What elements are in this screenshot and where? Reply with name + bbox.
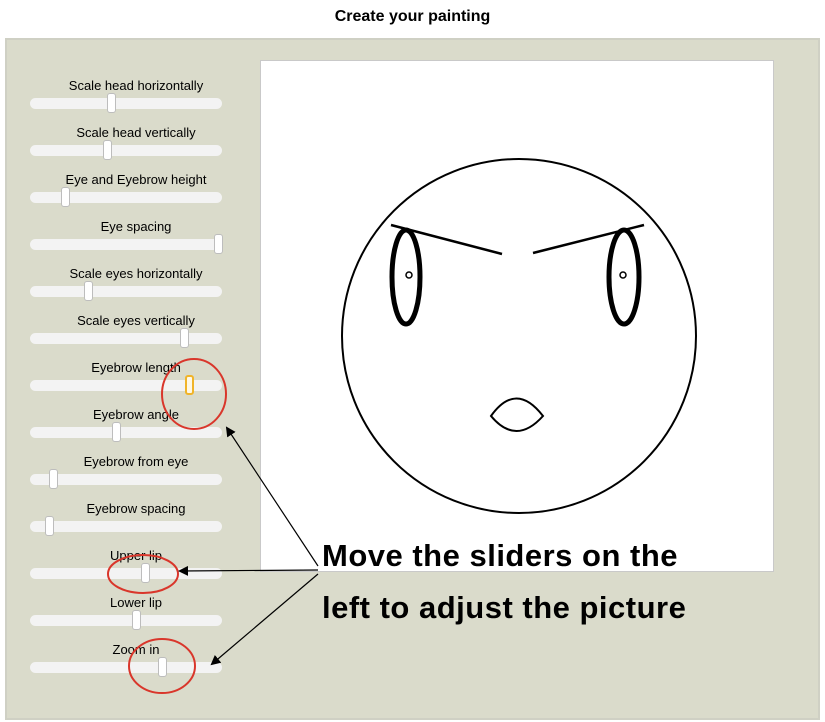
arrow-to-zoom xyxy=(210,573,319,666)
highlight-circle-zoom xyxy=(128,638,196,694)
highlight-circle-upper-lip xyxy=(107,554,179,594)
arrow-to-upper-lip xyxy=(178,565,319,576)
annotation-line-2: left to adjust the picture xyxy=(322,590,687,625)
arrow-to-eyebrow xyxy=(225,426,319,567)
annotation-line-1: Move the sliders on the xyxy=(322,538,679,573)
highlight-circle-eyebrow xyxy=(161,358,227,430)
